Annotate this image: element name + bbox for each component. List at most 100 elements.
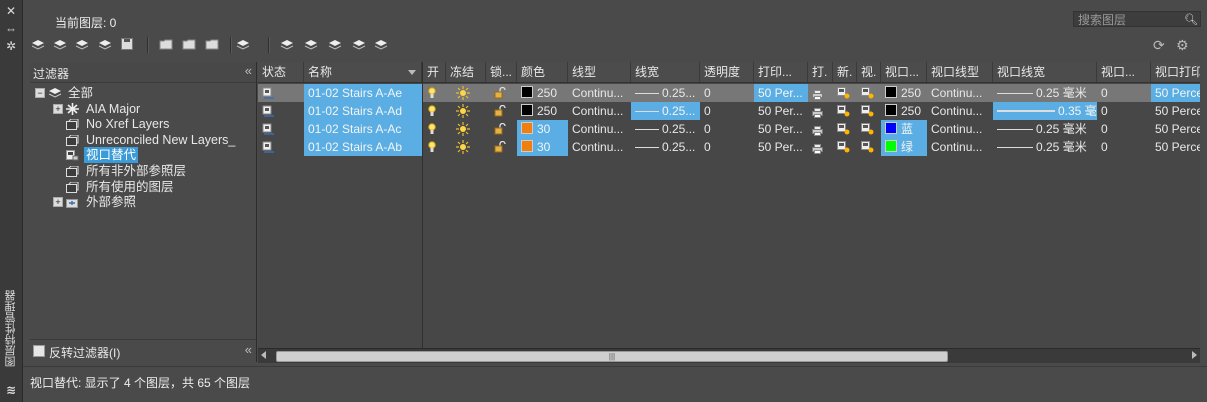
properties-icon[interactable]: ✲	[4, 40, 18, 52]
unlocked-icon[interactable]	[486, 138, 517, 156]
move-to-folder-icon[interactable]	[205, 38, 221, 52]
vp-color-cell[interactable]: 250	[881, 84, 927, 102]
layer-name-cell[interactable]: 01-02 Stairs A-Ac	[304, 120, 422, 138]
new-vp-freeze-icon[interactable]	[833, 102, 857, 120]
vp-linetype-cell[interactable]: Continu...	[927, 102, 993, 120]
vp-freeze-icon[interactable]	[857, 102, 881, 120]
unlocked-icon[interactable]	[486, 120, 517, 138]
filter-tree-item[interactable]: 所有非外部参照层	[35, 163, 255, 179]
vp-color-cell[interactable]: 250	[881, 102, 927, 120]
vp-color-cell[interactable]: 绿	[881, 138, 927, 156]
vp-transparency-cell[interactable]: 0	[1097, 120, 1151, 138]
column-header-name[interactable]: 名称	[304, 62, 422, 82]
layer-list-icon[interactable]	[98, 38, 114, 52]
delete-layer-icon[interactable]	[328, 38, 344, 52]
bulb-on-icon[interactable]	[423, 102, 446, 120]
scroll-right-icon[interactable]	[1192, 351, 1197, 359]
settings-gear-icon[interactable]: ⚙	[1176, 37, 1189, 54]
printer-icon[interactable]	[808, 84, 833, 102]
filter-tree-item[interactable]: Unreconciled New Layers_	[35, 132, 255, 148]
search-icon[interactable]: 🔍︎	[1184, 12, 1198, 28]
collapse-panel-icon[interactable]: «	[245, 342, 252, 357]
column-header-lineweight[interactable]: 线宽	[631, 62, 700, 82]
save-icon[interactable]	[121, 38, 137, 52]
vp-freeze-icon[interactable]	[857, 84, 881, 102]
layer-name-cell[interactable]: 01-02 Stairs A-Ab	[304, 138, 422, 156]
column-header-on[interactable]: 开	[423, 62, 446, 82]
bulb-on-icon[interactable]	[423, 138, 446, 156]
filter-tree-item[interactable]: 所有使用的图层	[35, 179, 255, 195]
bulb-on-icon[interactable]	[423, 84, 446, 102]
column-header-vp-color[interactable]: 视口...	[881, 62, 927, 82]
new-vp-frozen-layer-icon[interactable]	[304, 38, 320, 52]
column-header-transparency[interactable]: 透明度	[700, 62, 754, 82]
new-property-filter-icon[interactable]	[31, 38, 47, 52]
sun-thawed-icon[interactable]	[446, 138, 486, 156]
invert-filter-label[interactable]: 反转过滤器(I)	[49, 344, 120, 361]
linetype-cell[interactable]: Continu...	[568, 120, 631, 138]
printer-icon[interactable]	[808, 102, 833, 120]
vp-freeze-icon[interactable]	[857, 138, 881, 156]
vp-lineweight-cell[interactable]: 0.25 毫米	[993, 120, 1097, 138]
set-current-icon[interactable]	[352, 38, 368, 52]
plot-style-cell[interactable]: 50 Per...	[754, 84, 808, 102]
column-header-vp-plot-style[interactable]: 视口打印	[1151, 62, 1200, 82]
autohide-icon[interactable]: ⇔	[4, 23, 18, 35]
layer-name-cell[interactable]: 01-02 Stairs A-Ae	[304, 84, 422, 102]
close-icon[interactable]: ✕	[4, 5, 18, 17]
linetype-cell[interactable]: Continu...	[568, 84, 631, 102]
column-header-vp-transparency[interactable]: 视口...	[1097, 62, 1151, 82]
linetype-cell[interactable]: Continu...	[568, 138, 631, 156]
scroll-thumb[interactable]: |||	[276, 351, 948, 362]
plot-style-cell[interactable]: 50 Per...	[754, 120, 808, 138]
layer-row[interactable]: 01-02 Stairs A-Ac 30 Continu... 0.25... 0 50 …	[258, 120, 1200, 138]
vp-plot-style-cell[interactable]: 50 Perce	[1151, 120, 1200, 138]
sun-thawed-icon[interactable]	[446, 120, 486, 138]
status-icon[interactable]	[258, 138, 304, 156]
sun-thawed-icon[interactable]	[446, 102, 486, 120]
transparency-cell[interactable]: 0	[700, 120, 754, 138]
vp-lineweight-cell[interactable]: 0.25 毫米	[993, 138, 1097, 156]
vp-linetype-cell[interactable]: Continu...	[927, 120, 993, 138]
vp-lineweight-cell[interactable]: 0.25 毫米	[993, 84, 1097, 102]
layer-row[interactable]: 01-02 Stairs A-Ae 250 Continu... 0.25... 0 50…	[258, 84, 1200, 102]
horizontal-scrollbar[interactable]: |||	[258, 348, 1200, 363]
vp-plot-style-cell[interactable]: 50 Perce	[1151, 84, 1200, 102]
filter-tree-item[interactable]: No Xref Layers	[35, 116, 255, 132]
filter-tree-item[interactable]: + 外部参照	[35, 194, 255, 210]
filter-tree-item[interactable]: − 全部	[35, 85, 255, 101]
column-header-plot[interactable]: 打.	[808, 62, 833, 82]
vp-freeze-icon[interactable]	[857, 120, 881, 138]
layer-states-manager-icon[interactable]	[75, 38, 91, 52]
expand-icon[interactable]: +	[53, 103, 63, 114]
vp-linetype-cell[interactable]: Continu...	[927, 84, 993, 102]
color-cell[interactable]: 30	[517, 120, 568, 138]
vp-transparency-cell[interactable]: 0	[1097, 102, 1151, 120]
transparency-cell[interactable]: 0	[700, 84, 754, 102]
printer-icon[interactable]	[808, 138, 833, 156]
color-cell[interactable]: 30	[517, 138, 568, 156]
bulb-on-icon[interactable]	[423, 120, 446, 138]
search-layers-input[interactable]: 搜索图层 🔍︎	[1073, 11, 1201, 27]
column-header-vp-freeze[interactable]: 视.	[857, 62, 881, 82]
status-icon[interactable]	[258, 102, 304, 120]
sun-thawed-icon[interactable]	[446, 84, 486, 102]
status-icon[interactable]	[258, 120, 304, 138]
new-vp-freeze-icon[interactable]	[833, 138, 857, 156]
new-group-filter-icon[interactable]	[53, 38, 69, 52]
lineweight-cell[interactable]: 0.25...	[631, 84, 700, 102]
column-header-status[interactable]: 状态	[258, 62, 304, 82]
column-header-color[interactable]: 颜色	[517, 62, 568, 82]
layer-row[interactable]: 01-02 Stairs A-Ad 250 Continu... 0.25... 0 50…	[258, 102, 1200, 120]
new-vp-freeze-icon[interactable]	[833, 84, 857, 102]
vp-color-cell[interactable]: 蓝	[881, 120, 927, 138]
column-header-freeze[interactable]: 冻结	[446, 62, 486, 82]
filter-tree-item[interactable]: 视口替代	[35, 147, 255, 164]
transparency-cell[interactable]: 0	[700, 138, 754, 156]
invert-filter-checkbox[interactable]	[33, 345, 45, 357]
collapse-icon[interactable]: −	[35, 88, 45, 98]
color-cell[interactable]: 250	[517, 102, 568, 120]
plot-style-cell[interactable]: 50 Per...	[754, 102, 808, 120]
new-folder-icon[interactable]	[182, 38, 198, 52]
collapse-filters-icon[interactable]: «	[245, 63, 252, 78]
